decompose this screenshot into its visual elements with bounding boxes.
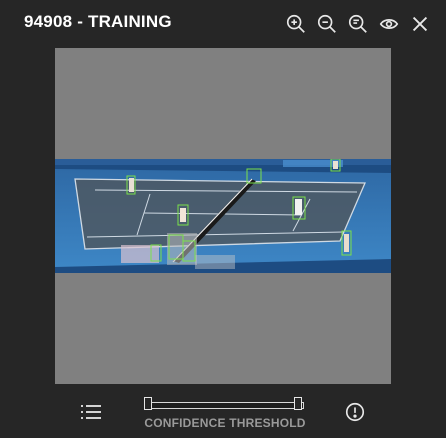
header: 94908 - TRAINING (0, 0, 446, 46)
eye-icon[interactable] (377, 12, 401, 36)
slider-handle-low[interactable] (144, 397, 152, 410)
close-icon[interactable] (408, 12, 432, 36)
confidence-threshold-slider[interactable] (140, 396, 308, 412)
slider-handle-high[interactable] (294, 397, 302, 410)
footer: CONFIDENCE THRESHOLD (0, 386, 446, 438)
list-icon[interactable] (79, 400, 103, 424)
slider-label: CONFIDENCE THRESHOLD (144, 416, 306, 430)
tennis-court-image (55, 159, 391, 273)
toolbar (284, 12, 432, 36)
info-icon[interactable] (344, 401, 366, 423)
zoom-out-icon[interactable] (315, 12, 339, 36)
slider-track[interactable] (144, 402, 304, 409)
page-title: 94908 - TRAINING (24, 12, 172, 31)
zoom-fit-icon[interactable] (284, 12, 308, 36)
image-viewer[interactable] (55, 48, 391, 384)
zoom-in-icon[interactable] (346, 12, 370, 36)
